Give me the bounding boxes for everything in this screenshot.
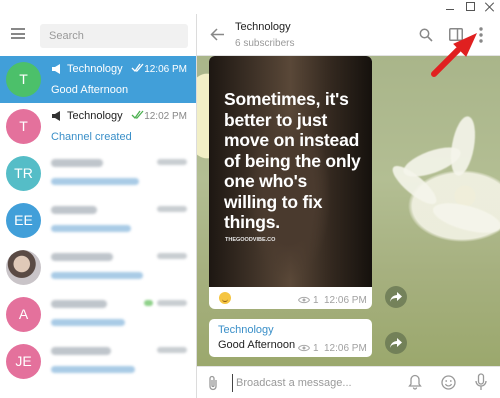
quote-source: THEGOODVIBE.CO	[225, 237, 276, 243]
search-input[interactable]	[40, 24, 188, 48]
double-check-icon	[131, 110, 144, 120]
blurred-name	[51, 159, 103, 167]
blurred-time	[157, 300, 187, 306]
avatar: EE	[6, 203, 41, 238]
menu-icon[interactable]	[11, 28, 25, 39]
channel-title[interactable]: Technology	[235, 21, 291, 33]
text-message[interactable]: Technology Good Afternoon 1 12:06 PM	[209, 319, 372, 357]
blurred-preview	[51, 319, 125, 326]
blurred-time	[157, 206, 187, 212]
image-post[interactable]: Sometimes, it's better to just move on i…	[209, 56, 372, 309]
blurred-preview	[51, 225, 131, 232]
double-check-icon	[131, 63, 144, 73]
message-sender[interactable]: Technology	[218, 324, 274, 336]
forward-button[interactable]	[385, 286, 407, 308]
blurred-time	[157, 159, 187, 165]
eye-icon	[298, 344, 310, 352]
chat-item-technology[interactable]: T Technology 12:06 PM Good Afternoon	[0, 56, 196, 103]
avatar: T	[6, 62, 41, 97]
forward-icon	[390, 292, 402, 302]
chat-preview: Channel created	[51, 131, 132, 143]
red-arrow-annotation	[431, 32, 478, 77]
blurred-name	[51, 253, 113, 261]
chat-item[interactable]: EE	[0, 197, 196, 244]
message-time: 12:06 PM	[324, 343, 367, 354]
chat-item[interactable]: JE	[0, 338, 196, 385]
chat-name: Technology	[67, 63, 123, 75]
chat-time: 12:02 PM	[144, 111, 187, 122]
sidebar-header	[0, 14, 196, 56]
chat-preview: Good Afternoon	[51, 84, 129, 96]
blurred-name	[51, 300, 107, 308]
emoji-icon[interactable]	[441, 375, 456, 390]
chat-item[interactable]: A	[0, 291, 196, 338]
view-count: 1	[313, 295, 319, 306]
microphone-icon[interactable]	[475, 373, 487, 391]
chat-list-sidebar: T Technology 12:06 PM Good Afternoon T T…	[0, 14, 197, 398]
message-text: Good Afternoon	[218, 339, 296, 351]
chat-item[interactable]	[0, 244, 196, 291]
avatar: TR	[6, 156, 41, 191]
avatar: A	[6, 297, 41, 332]
forward-icon	[390, 338, 402, 348]
blurred-preview	[51, 366, 135, 373]
avatar	[6, 250, 41, 285]
blurred-time	[157, 347, 187, 353]
chat-item[interactable]: TR	[0, 150, 196, 197]
blurred-time	[157, 253, 187, 259]
emoji-icon	[219, 292, 231, 304]
paperclip-icon[interactable]	[207, 375, 219, 391]
forward-button[interactable]	[385, 332, 407, 354]
bell-icon[interactable]	[408, 374, 422, 390]
message-composer	[197, 366, 500, 398]
message-input[interactable]	[232, 374, 402, 392]
quote-text: Sometimes, it's better to just move on i…	[224, 89, 361, 232]
view-count: 1	[313, 343, 319, 354]
blurred-name	[51, 347, 111, 355]
blurred-name	[51, 206, 97, 214]
megaphone-icon	[52, 64, 60, 74]
megaphone-icon	[52, 111, 60, 121]
blurred-preview	[51, 272, 143, 279]
window-titlebar	[0, 0, 500, 14]
quote-image[interactable]: Sometimes, it's better to just move on i…	[209, 56, 372, 287]
chat-name: Technology	[67, 110, 123, 122]
post-time: 12:06 PM	[324, 295, 367, 306]
blurred-check	[144, 300, 153, 306]
avatar: T	[6, 109, 41, 144]
eye-icon	[298, 296, 310, 304]
chat-item-technology[interactable]: T Technology 12:02 PM Channel created	[0, 103, 196, 150]
close-icon[interactable]	[485, 2, 495, 12]
maximize-icon[interactable]	[466, 2, 475, 11]
avatar: JE	[6, 344, 41, 379]
chat-time: 12:06 PM	[144, 64, 187, 75]
blurred-preview	[51, 178, 139, 185]
subscriber-count: 6 subscribers	[235, 38, 295, 49]
back-arrow-icon[interactable]	[210, 28, 225, 41]
minimize-icon[interactable]	[445, 2, 455, 12]
